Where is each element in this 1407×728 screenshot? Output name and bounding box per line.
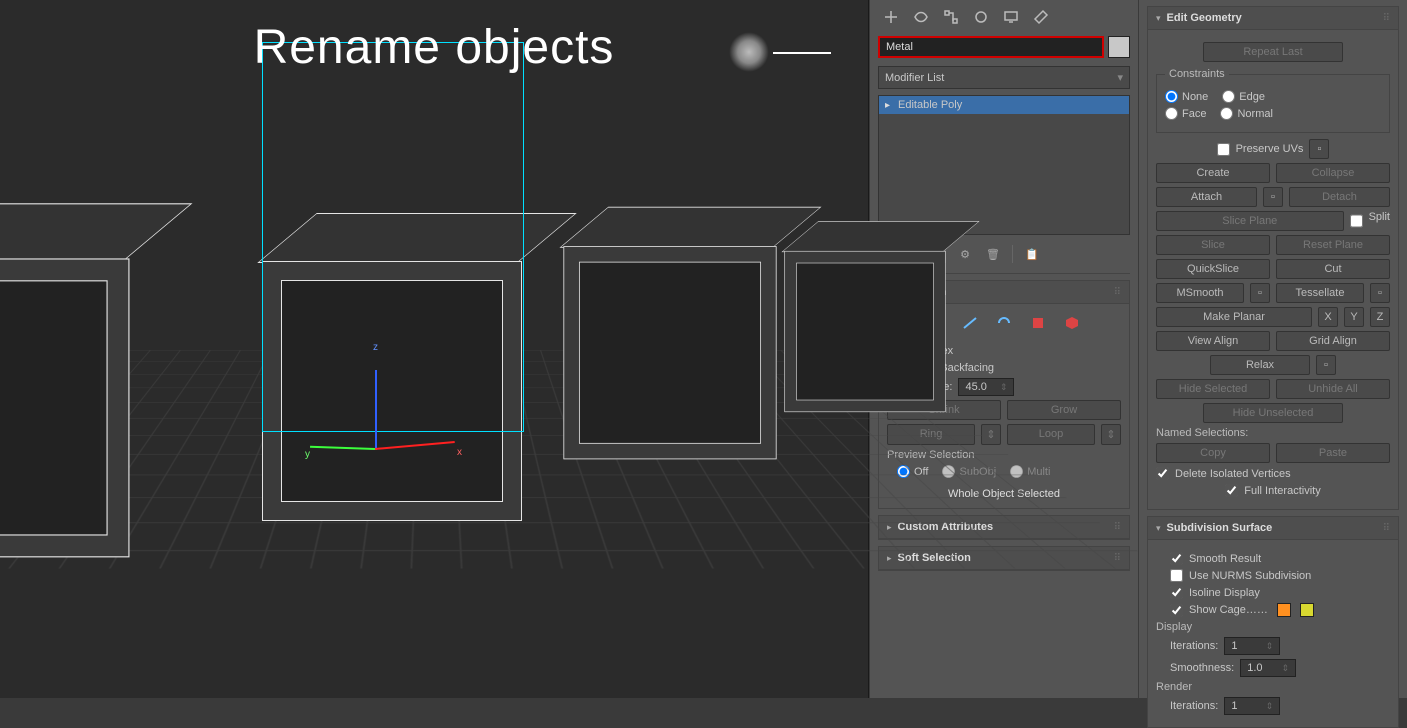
view-align-button[interactable]: View Align <box>1156 331 1270 351</box>
grid-align-button[interactable]: Grid Align <box>1276 331 1390 351</box>
command-panel: Modifier List Editable Poly 📌 ⚙ 🗑 📋 Sele… <box>869 0 1407 698</box>
planar-z-button[interactable]: Z <box>1370 307 1390 327</box>
smoothness-spinner[interactable]: 1.0 <box>1240 659 1296 677</box>
iterations-spinner[interactable]: 1 <box>1224 637 1280 655</box>
attach-button[interactable]: Attach <box>1156 187 1257 207</box>
viewport-3d[interactable]: xyz Rename objects <box>0 0 869 698</box>
edge-level-icon[interactable] <box>959 312 981 334</box>
detach-button[interactable]: Detach <box>1289 187 1390 207</box>
copy-selection-button[interactable]: Copy <box>1156 443 1270 463</box>
object-color-swatch[interactable] <box>1108 36 1130 58</box>
slice-button[interactable]: Slice <box>1156 235 1270 255</box>
subdivision-surface-header[interactable]: Subdivision Surface <box>1148 517 1398 540</box>
make-unique-icon[interactable]: ⚙ <box>956 245 974 263</box>
hide-selected-button[interactable]: Hide Selected <box>1156 379 1270 399</box>
render-iterations-label: Iterations: <box>1170 700 1218 712</box>
constraints-legend: Constraints <box>1165 68 1229 80</box>
reset-plane-button[interactable]: Reset Plane <box>1276 235 1390 255</box>
show-cage-checkbox[interactable] <box>1170 604 1183 617</box>
tessellate-settings-icon[interactable]: ▫ <box>1370 283 1390 303</box>
modifier-list-label: Modifier List <box>885 72 944 84</box>
cage-color-2[interactable] <box>1300 603 1314 617</box>
configure-sets-icon[interactable]: 📋 <box>1023 245 1041 263</box>
remove-modifier-icon[interactable]: 🗑 <box>984 245 1002 263</box>
create-tab-icon[interactable] <box>882 8 900 26</box>
make-planar-button[interactable]: Make Planar <box>1156 307 1312 327</box>
full-interactivity-label: Full Interactivity <box>1244 485 1320 497</box>
smooth-result-label: Smooth Result <box>1189 553 1261 565</box>
cut-button[interactable]: Cut <box>1276 259 1390 279</box>
nurms-checkbox[interactable] <box>1170 569 1183 582</box>
polygon-level-icon[interactable] <box>1027 312 1049 334</box>
constraint-normal-radio[interactable] <box>1220 107 1233 120</box>
annotation-leader <box>773 52 831 54</box>
transform-gizmo[interactable]: xyz <box>375 360 465 450</box>
panel-tabs <box>878 6 1130 36</box>
display-tab-icon[interactable] <box>1002 8 1020 26</box>
preserve-uvs-label: Preserve UVs <box>1236 143 1304 155</box>
show-cage-label: Show Cage…… <box>1189 604 1268 616</box>
display-group-label: Display <box>1156 621 1390 633</box>
quickslice-button[interactable]: QuickSlice <box>1156 259 1270 279</box>
split-label: Split <box>1369 211 1390 231</box>
hierarchy-tab-icon[interactable] <box>942 8 960 26</box>
stack-item-editable-poly[interactable]: Editable Poly <box>879 96 1129 114</box>
loop-spinner-icon[interactable]: ⇕ <box>1101 424 1121 445</box>
repeat-last-button[interactable]: Repeat Last <box>1203 42 1343 62</box>
modify-tab-icon[interactable] <box>912 8 930 26</box>
planar-y-button[interactable]: Y <box>1344 307 1364 327</box>
nurms-label: Use NURMS Subdivision <box>1189 570 1311 582</box>
delete-isolated-label: Delete Isolated Vertices <box>1175 468 1291 480</box>
cage-color-1[interactable] <box>1277 603 1291 617</box>
edit-geometry-rollout: Edit Geometry Repeat Last Constraints No… <box>1147 6 1399 510</box>
split-checkbox[interactable] <box>1350 211 1363 231</box>
utilities-tab-icon[interactable] <box>1032 8 1050 26</box>
tessellate-button[interactable]: Tessellate <box>1276 283 1364 303</box>
hide-unselected-button[interactable]: Hide Unselected <box>1203 403 1343 423</box>
slice-plane-button[interactable]: Slice Plane <box>1156 211 1344 231</box>
modifier-list-dropdown[interactable]: Modifier List <box>878 66 1130 89</box>
collapse-button[interactable]: Collapse <box>1276 163 1390 183</box>
isoline-label: Isoline Display <box>1189 587 1260 599</box>
named-selections-label: Named Selections: <box>1156 427 1390 439</box>
isoline-checkbox[interactable] <box>1170 586 1183 599</box>
preserve-uvs-settings-icon[interactable]: ▫ <box>1309 139 1329 159</box>
object-name-input[interactable] <box>878 36 1104 58</box>
render-iterations-spinner[interactable]: 1 <box>1224 697 1280 715</box>
smoothness-label: Smoothness: <box>1170 662 1234 674</box>
angle-spinner[interactable]: 45.0 <box>958 378 1014 396</box>
constraints-group: Constraints None Edge Face Normal <box>1156 68 1390 133</box>
constraint-face-radio[interactable] <box>1165 107 1178 120</box>
paste-selection-button[interactable]: Paste <box>1276 443 1390 463</box>
border-level-icon[interactable] <box>993 312 1015 334</box>
render-group-label: Render <box>1156 681 1390 693</box>
subdivision-surface-rollout: Subdivision Surface Smooth Result Use NU… <box>1147 516 1399 728</box>
modifier-stack[interactable]: Editable Poly <box>878 95 1130 235</box>
delete-isolated-checkbox[interactable] <box>1156 467 1169 480</box>
edit-geometry-panel: Edit Geometry Repeat Last Constraints No… <box>1138 0 1407 698</box>
unhide-all-button[interactable]: Unhide All <box>1276 379 1390 399</box>
smooth-result-checkbox[interactable] <box>1170 552 1183 565</box>
full-interactivity-checkbox[interactable] <box>1225 484 1238 497</box>
loop-button[interactable]: Loop <box>1007 424 1095 445</box>
msmooth-settings-icon[interactable]: ▫ <box>1250 283 1270 303</box>
constraint-edge-radio[interactable] <box>1222 90 1235 103</box>
msmooth-button[interactable]: MSmooth <box>1156 283 1244 303</box>
attach-list-icon[interactable]: ▫ <box>1263 187 1283 207</box>
relax-settings-icon[interactable]: ▫ <box>1316 355 1336 375</box>
motion-tab-icon[interactable] <box>972 8 990 26</box>
constraint-none-radio[interactable] <box>1165 90 1178 103</box>
grow-button[interactable]: Grow <box>1007 400 1121 420</box>
create-button[interactable]: Create <box>1156 163 1270 183</box>
edit-geometry-header[interactable]: Edit Geometry <box>1148 7 1398 30</box>
relax-button[interactable]: Relax <box>1210 355 1310 375</box>
iterations-label: Iterations: <box>1170 640 1218 652</box>
element-level-icon[interactable] <box>1061 312 1083 334</box>
planar-x-button[interactable]: X <box>1318 307 1338 327</box>
preserve-uvs-checkbox[interactable] <box>1217 143 1230 156</box>
